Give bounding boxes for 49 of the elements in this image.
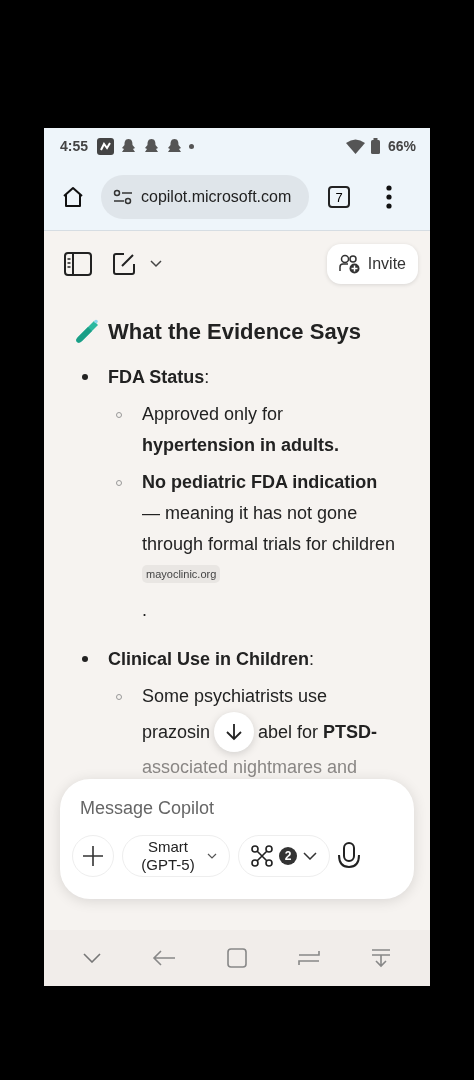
list-text: No pediatric FDA indication — meaning it has not gone through formal trials for children: [142, 472, 396, 554]
trailing-period: .: [142, 599, 148, 622]
home-square-icon[interactable]: [227, 948, 247, 968]
new-chat-icon[interactable]: [112, 252, 136, 276]
test-tube-icon: [74, 319, 100, 345]
status-time: 4:55: [60, 138, 89, 154]
app-notification-icon: [97, 137, 115, 155]
chevron-down-icon[interactable]: [150, 260, 162, 268]
microphone-icon[interactable]: [338, 842, 360, 870]
tools-selector[interactable]: 2: [238, 835, 330, 877]
add-people-icon: [338, 254, 361, 274]
arrow-down-icon: [225, 723, 244, 741]
message-input[interactable]: Message Copilot: [80, 793, 340, 823]
ghost-notification-icon: [120, 137, 138, 155]
list-text: Some psychiatrists use: [142, 685, 329, 708]
chevron-down-icon: [303, 852, 317, 860]
wifi-icon: [345, 138, 365, 154]
list-text: prazosin: [142, 720, 211, 744]
plus-icon: [82, 845, 104, 867]
section-heading: What the Evidence Says: [108, 319, 362, 345]
home-icon[interactable]: [61, 185, 85, 209]
scroll-down-button[interactable]: [214, 712, 255, 752]
download-bar-icon[interactable]: [370, 948, 391, 968]
bullet: [82, 656, 88, 662]
ghost-notification-icon: [143, 137, 161, 155]
tab-count-button[interactable]: 7: [328, 186, 350, 208]
list-heading: Clinical Use in Children:: [108, 648, 315, 671]
list-text: abel for PTSD-: [258, 720, 378, 744]
source-link[interactable]: mayoclinic.org: [142, 565, 221, 583]
list-text: associated nightmares and: [142, 756, 359, 779]
battery-icon: [370, 138, 380, 154]
back-icon[interactable]: [152, 949, 177, 967]
hide-bar-icon[interactable]: [83, 953, 102, 963]
list-text: Approved only for hypertension in adults.: [142, 404, 340, 455]
list-heading: FDA Status:: [108, 366, 210, 389]
address-bar[interactable]: copilot.microsoft.com: [101, 175, 309, 219]
more-options-icon[interactable]: [386, 185, 392, 209]
chevron-down-icon: [207, 853, 217, 859]
sidebar-icon[interactable]: [64, 252, 92, 276]
add-button[interactable]: [72, 835, 114, 877]
url-text: copilot.microsoft.com: [141, 188, 292, 206]
site-settings-icon[interactable]: [113, 189, 133, 205]
ghost-notification-icon: [166, 137, 184, 155]
more-notifications-icon: [189, 143, 195, 149]
model-selector[interactable]: Smart (GPT-5): [122, 835, 230, 877]
nodes-icon: [251, 845, 273, 867]
invite-button[interactable]: Invite: [326, 244, 418, 284]
battery-percentage: 66%: [387, 138, 416, 154]
bullet: [82, 374, 88, 380]
